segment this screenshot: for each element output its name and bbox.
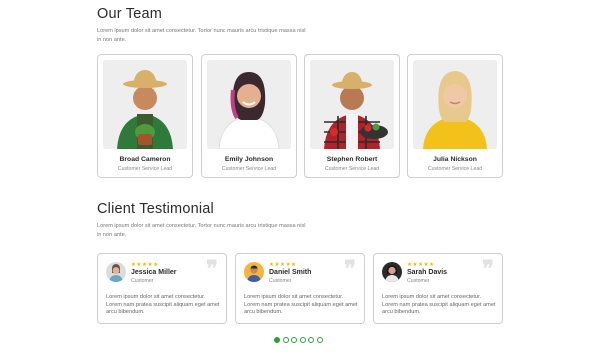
carousel-dot-4[interactable]: [299, 337, 306, 343]
testimonial-author-role: Customer: [131, 278, 154, 284]
carousel-dot-1[interactable]: [274, 337, 280, 343]
testimonial-author-role: Customer: [407, 278, 430, 284]
testimonial-author-role: Customer: [269, 278, 292, 284]
carousel-dot-6[interactable]: [316, 337, 323, 343]
carousel-dot-5[interactable]: [308, 337, 314, 343]
avatar: [382, 262, 402, 282]
testimonial-section-title: Client Testimonial: [97, 201, 214, 217]
team-member-role: Customer Service Lead: [117, 166, 173, 172]
team-section-description: Lorem ipsum dolor sit amet consectetur. …: [97, 28, 306, 43]
testimonial-author-name: Jessica Miller: [131, 269, 177, 276]
testimonial-text: Lorem ipsum dolor sit amet consectetur. …: [106, 294, 220, 316]
avatar: [106, 262, 126, 282]
testimonial-card: ★★★★★ Daniel Smith Customer ❞ Lorem ipsu…: [235, 253, 365, 324]
testimonial-section-description: Lorem ipsum dolor sit amet consectetur. …: [97, 223, 306, 238]
testimonial-author-name: Sarah Davis: [407, 269, 448, 276]
team-member-name: Julia Nickson: [433, 156, 477, 163]
testimonial-author-name: Daniel Smith: [269, 269, 312, 276]
team-member-name: Broad Cameron: [119, 156, 171, 163]
team-member-photo: [207, 60, 291, 149]
team-card[interactable]: Stephen Robert Customer Service Lead: [304, 54, 400, 178]
quote-icon: ❞: [482, 256, 494, 282]
avatar: [244, 262, 264, 282]
rating-stars: ★★★★★: [269, 262, 297, 268]
carousel-pagination: [274, 337, 323, 343]
team-member-role: Customer Service Lead: [324, 166, 380, 172]
team-card[interactable]: Julia Nickson Customer Service Lead: [407, 54, 503, 178]
quote-icon: ❞: [344, 256, 356, 282]
team-member-photo: [103, 60, 187, 149]
carousel-dot-3[interactable]: [291, 337, 297, 343]
team-card[interactable]: Broad Cameron Customer Service Lead: [97, 54, 193, 178]
testimonial-text: Lorem ipsum dolor sit amet consectetur. …: [244, 294, 358, 316]
team-member-photo: [413, 60, 497, 149]
team-section-title: Our Team: [97, 6, 162, 22]
quote-icon: ❞: [206, 256, 218, 282]
team-member-photo: [310, 60, 394, 149]
testimonial-card: ★★★★★ Jessica Miller Customer ❞ Lorem ip…: [97, 253, 227, 324]
testimonial-text: Lorem ipsum dolor sit amet consectetur. …: [382, 294, 496, 316]
testimonial-card: ★★★★★ Sarah Davis Customer ❞ Lorem ipsum…: [373, 253, 503, 324]
rating-stars: ★★★★★: [407, 262, 435, 268]
team-member-name: Emily Johnson: [224, 156, 274, 163]
team-member-name: Stephen Robert: [326, 156, 378, 163]
carousel-dot-2[interactable]: [282, 337, 289, 343]
team-member-role: Customer Service Lead: [427, 166, 483, 172]
team-member-role: Customer Service Lead: [221, 166, 277, 172]
team-card[interactable]: Emily Johnson Customer Service Lead: [201, 54, 297, 178]
rating-stars: ★★★★★: [131, 262, 159, 268]
